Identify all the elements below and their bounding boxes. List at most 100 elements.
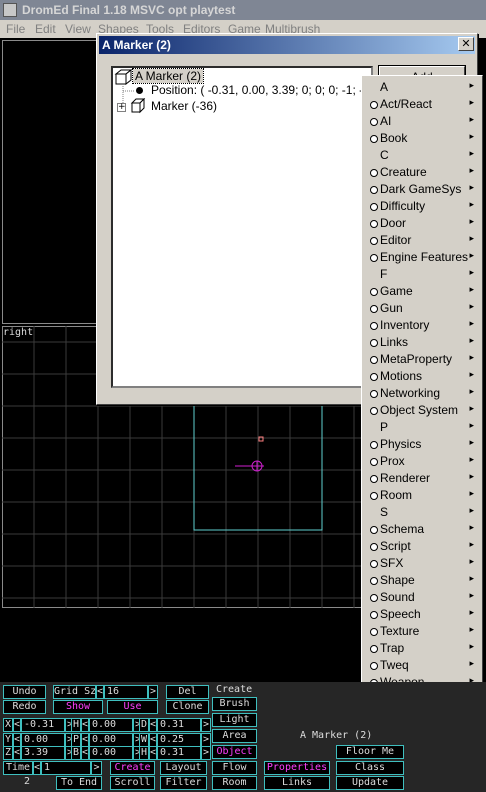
time-decrease[interactable]: <	[33, 761, 41, 775]
menu-item-shape[interactable]: Shape ▸	[362, 572, 482, 589]
menu-item-room[interactable]: Room ▸	[362, 487, 482, 504]
w-decrease[interactable]: <	[149, 733, 157, 747]
redo-button[interactable]: Redo	[3, 700, 46, 714]
z-field[interactable]: 3.39	[21, 746, 65, 760]
menu-item-difficulty[interactable]: Difficulty ▸	[362, 198, 482, 215]
menu-item-metaproperty[interactable]: MetaProperty ▸	[362, 351, 482, 368]
use-button[interactable]: Use	[107, 700, 158, 714]
d-decrease[interactable]: <	[149, 718, 157, 732]
menu-item-sound[interactable]: Sound ▸	[362, 589, 482, 606]
height-increase[interactable]: >	[201, 746, 211, 760]
menu-view[interactable]: View	[65, 22, 91, 36]
menu-item-trap[interactable]: Trap ▸	[362, 640, 482, 657]
menu-edit[interactable]: Edit	[35, 22, 56, 36]
time-field[interactable]: 1	[41, 761, 91, 775]
scroll-button[interactable]: Scroll	[110, 776, 155, 790]
b-field[interactable]: 0.00	[89, 746, 133, 760]
p-decrease[interactable]: <	[81, 733, 89, 747]
tree-property-position[interactable]: Position: ( -0.31, 0.00, 3.39; 0; 0; 0; …	[151, 83, 374, 97]
height-field[interactable]: 0.31	[157, 746, 201, 760]
menu-item-label: Speech	[380, 607, 421, 621]
delete-button[interactable]: Del	[166, 685, 209, 699]
menu-item-door[interactable]: Door ▸	[362, 215, 482, 232]
menu-item-ai[interactable]: AI ▸	[362, 113, 482, 130]
links-button[interactable]: Links	[264, 776, 330, 790]
menu-item-p[interactable]: P ▸	[362, 419, 482, 436]
class-button[interactable]: Class	[336, 761, 404, 775]
menu-item-tweq[interactable]: Tweq ▸	[362, 657, 482, 674]
menu-item-motions[interactable]: Motions ▸	[362, 368, 482, 385]
menu-item-dark-gamesys[interactable]: Dark GameSys ▸	[362, 181, 482, 198]
menu-item-book[interactable]: Book ▸	[362, 130, 482, 147]
menu-item-texture[interactable]: Texture ▸	[362, 623, 482, 640]
expand-icon[interactable]: +	[117, 103, 126, 112]
y-decrease[interactable]: <	[13, 733, 21, 747]
height-decrease[interactable]: <	[149, 746, 157, 760]
clone-button[interactable]: Clone	[166, 700, 209, 714]
menu-item-f[interactable]: F ▸	[362, 266, 482, 283]
menu-item-renderer[interactable]: Renderer ▸	[362, 470, 482, 487]
time-increase[interactable]: >	[91, 761, 102, 775]
menu-item-label: Tweq	[380, 658, 409, 672]
menu-item-speech[interactable]: Speech ▸	[362, 606, 482, 623]
menu-item-sfx[interactable]: SFX ▸	[362, 555, 482, 572]
flow-button[interactable]: Flow	[212, 761, 257, 775]
close-icon[interactable]: ✕	[458, 37, 474, 51]
x-field[interactable]: -0.31	[21, 718, 65, 732]
object-button[interactable]: Object	[212, 745, 257, 759]
grid-size-value[interactable]: 16	[104, 685, 148, 699]
w-increase[interactable]: >	[201, 733, 211, 747]
d-label: D	[139, 718, 149, 732]
menu-item-c[interactable]: C ▸	[362, 147, 482, 164]
menu-item-networking[interactable]: Networking ▸	[362, 385, 482, 402]
menu-item-engine-features[interactable]: Engine Features ▸	[362, 249, 482, 266]
menu-item-links[interactable]: Links ▸	[362, 334, 482, 351]
radio-icon	[370, 169, 378, 177]
submenu-arrow-icon: ▸	[469, 114, 474, 124]
grid-size-increase[interactable]: >	[148, 685, 158, 699]
d-increase[interactable]: >	[201, 718, 211, 732]
menu-item-script[interactable]: Script ▸	[362, 538, 482, 555]
property-tree[interactable]: A Marker (2) Position: ( -0.31, 0.00, 3.…	[111, 66, 374, 388]
d-field[interactable]: 0.31	[157, 718, 201, 732]
menu-item-object-system[interactable]: Object System ▸	[362, 402, 482, 419]
layout-button[interactable]: Layout	[160, 761, 207, 775]
radio-icon	[370, 662, 378, 670]
to-end-button[interactable]: To End	[56, 776, 102, 790]
h-field[interactable]: 0.00	[89, 718, 133, 732]
tree-parent-node[interactable]: Marker (-36)	[151, 99, 217, 113]
menu-item-inventory[interactable]: Inventory ▸	[362, 317, 482, 334]
b-decrease[interactable]: <	[81, 746, 89, 760]
w-field[interactable]: 0.25	[157, 733, 201, 747]
menu-item-act-react[interactable]: Act/React ▸	[362, 96, 482, 113]
p-field[interactable]: 0.00	[89, 733, 133, 747]
y-field[interactable]: 0.00	[21, 733, 65, 747]
filter-button[interactable]: Filter	[160, 776, 207, 790]
undo-button[interactable]: Undo	[3, 685, 46, 699]
update-button[interactable]: Update	[336, 776, 404, 790]
dialog-title-bar[interactable]: A Marker (2)	[99, 36, 475, 54]
x-decrease[interactable]: <	[13, 718, 21, 732]
create-button[interactable]: Create	[110, 761, 155, 775]
properties-button[interactable]: Properties	[264, 761, 330, 775]
x-label: X	[3, 718, 13, 732]
z-decrease[interactable]: <	[13, 746, 21, 760]
room-button[interactable]: Room	[212, 776, 257, 790]
grid-size-decrease[interactable]: <	[96, 685, 104, 699]
light-button[interactable]: Light	[212, 713, 257, 727]
menu-item-a[interactable]: A ▸	[362, 79, 482, 96]
menu-item-editor[interactable]: Editor ▸	[362, 232, 482, 249]
floor-me-button[interactable]: Floor Me	[336, 745, 404, 759]
menu-item-s[interactable]: S ▸	[362, 504, 482, 521]
brush-button[interactable]: Brush	[212, 697, 257, 711]
menu-item-gun[interactable]: Gun ▸	[362, 300, 482, 317]
show-button[interactable]: Show	[53, 700, 103, 714]
menu-item-physics[interactable]: Physics ▸	[362, 436, 482, 453]
menu-item-prox[interactable]: Prox ▸	[362, 453, 482, 470]
menu-item-game[interactable]: Game ▸	[362, 283, 482, 300]
menu-file[interactable]: File	[6, 22, 25, 36]
menu-item-schema[interactable]: Schema ▸	[362, 521, 482, 538]
h-decrease[interactable]: <	[81, 718, 89, 732]
menu-item-creature[interactable]: Creature ▸	[362, 164, 482, 181]
area-button[interactable]: Area	[212, 729, 257, 743]
